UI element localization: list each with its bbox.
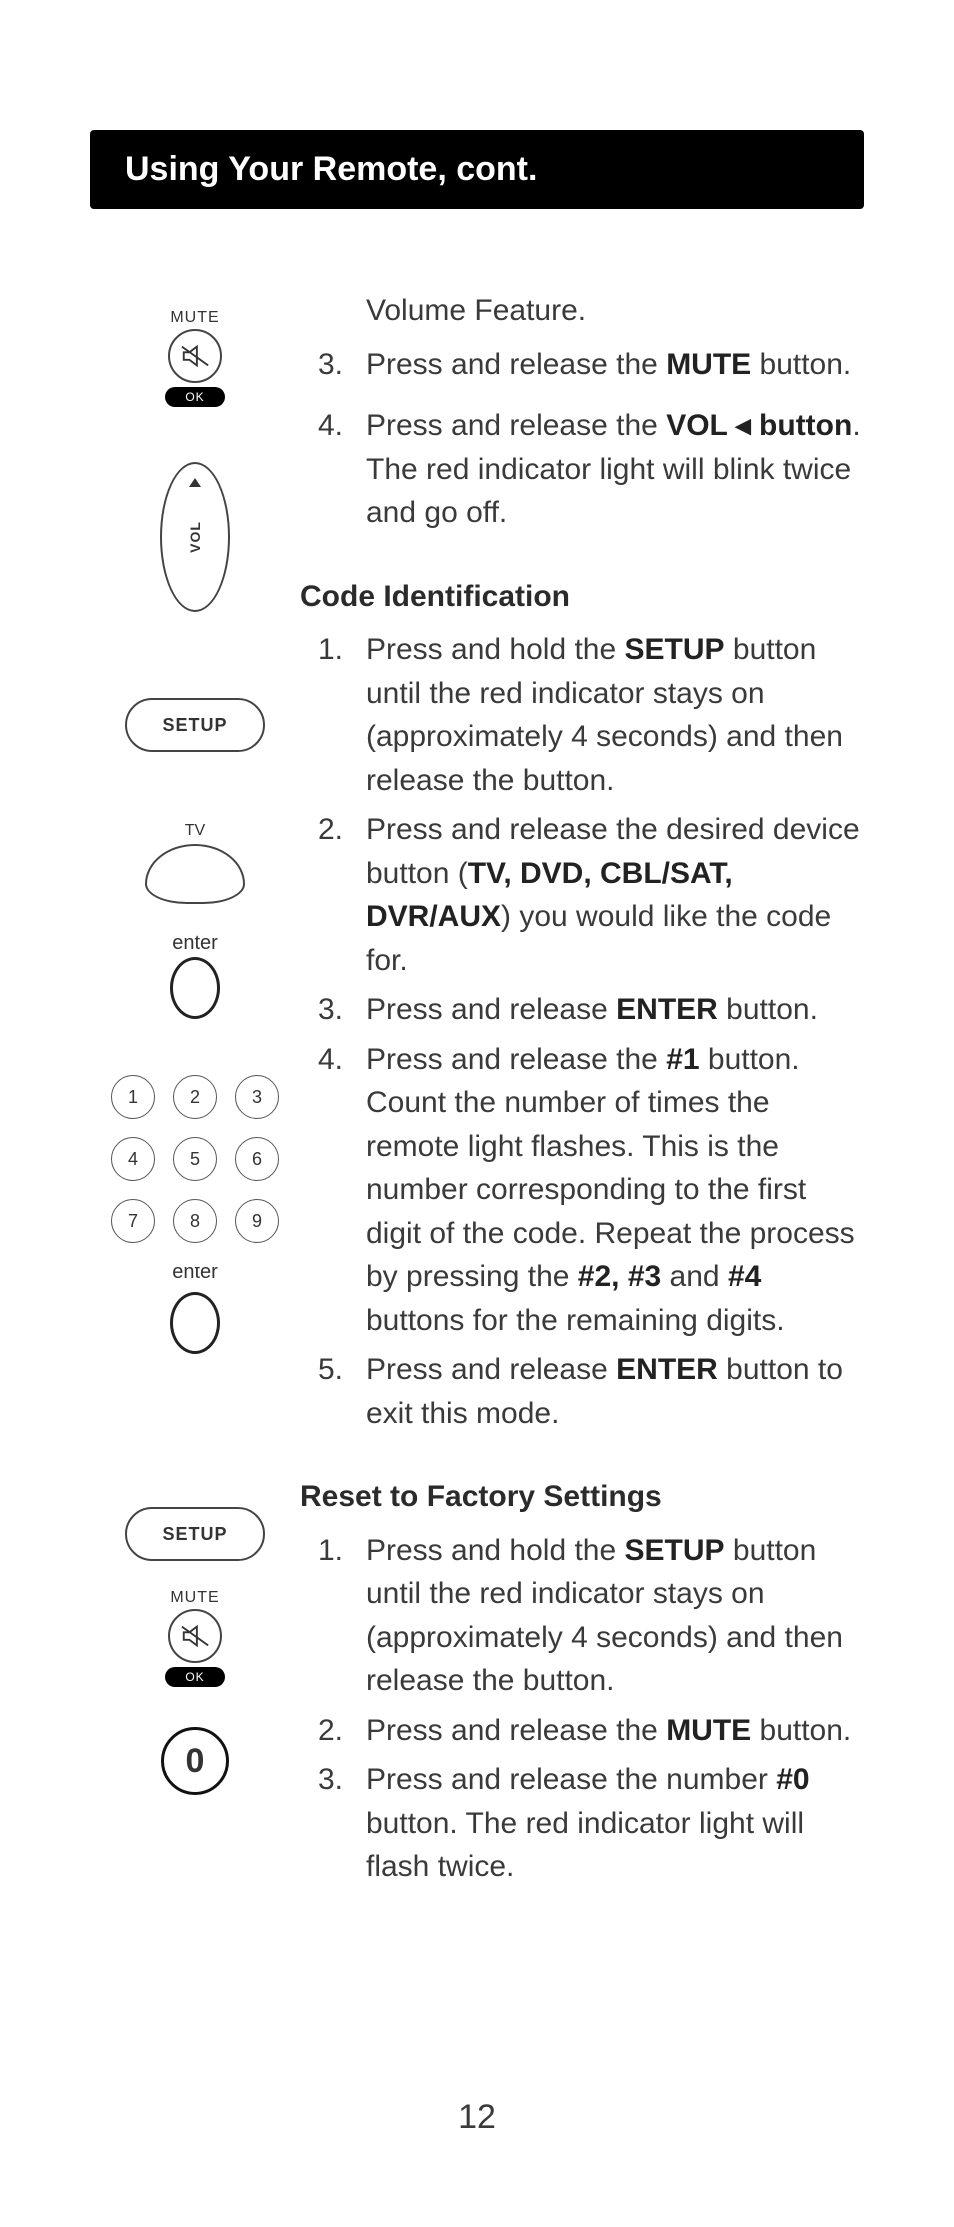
key-9: 9 — [235, 1199, 279, 1243]
step-text: Press and release the number #0 button. … — [366, 1758, 864, 1889]
step-text: Press and release the MUTE button. — [366, 1709, 864, 1753]
reset-steps: 1. Press and hold the SETUP button until… — [300, 1529, 864, 1889]
volume-feature-steps: 3. Press and release the MUTE button. 4.… — [300, 343, 864, 535]
volume-feature-lead: Volume Feature. — [300, 289, 864, 333]
step-number: 3. — [300, 343, 366, 387]
code-identification-heading: Code Identification — [300, 575, 864, 619]
ok-pill: OK — [165, 387, 225, 407]
step-text: Press and release the desired device but… — [366, 808, 864, 982]
key-2: 2 — [173, 1075, 217, 1119]
step-number: 4. — [300, 404, 366, 535]
vol-rocker-diagram: VOL — [160, 462, 230, 612]
step-text: Press and release the #1 button. Count t… — [366, 1038, 864, 1343]
step-number: 2. — [300, 1709, 366, 1753]
step-text: Press and release the VOL ◂ button. The … — [366, 404, 864, 535]
setup-button-diagram: SETUP — [125, 698, 265, 752]
list-item: 3. Press and release the number #0 butto… — [300, 1758, 864, 1889]
step-text: Press and release ENTER button to exit t… — [366, 1348, 864, 1435]
step-number: 3. — [300, 1758, 366, 1889]
list-item: 2. Press and release the desired device … — [300, 808, 864, 982]
key-6: 6 — [235, 1137, 279, 1181]
mute-label-2: MUTE — [165, 1589, 225, 1607]
remote-diagram-column: MUTE OK VOL SETUP TV enter 1 — [90, 289, 300, 1795]
ok-pill-2: OK — [165, 1667, 225, 1687]
setup-button-diagram-2: SETUP — [125, 1507, 265, 1561]
step-text: Press and release ENTER button. — [366, 988, 864, 1032]
mute-label: MUTE — [165, 309, 225, 327]
key-5: 5 — [173, 1137, 217, 1181]
enter-button-diagram: enter — [170, 932, 220, 1019]
list-item: 3. Press and release the MUTE button. — [300, 343, 864, 387]
list-item: 4. Press and release the VOL ◂ button. T… — [300, 404, 864, 535]
vol-left-icon — [189, 478, 201, 487]
list-item: 1. Press and hold the SETUP button until… — [300, 1529, 864, 1703]
step-text: Press and release the MUTE button. — [366, 343, 864, 387]
reset-heading: Reset to Factory Settings — [300, 1475, 864, 1519]
step-number: 1. — [300, 1529, 366, 1703]
mute-diagram: MUTE OK — [165, 309, 225, 407]
page-title: Using Your Remote, cont. — [90, 130, 864, 209]
list-item: 4. Press and release the #1 button. Coun… — [300, 1038, 864, 1343]
tv-button-diagram: TV — [145, 822, 245, 904]
step-text: Press and hold the SETUP button until th… — [366, 1529, 864, 1703]
step-text: Press and hold the SETUP button until th… — [366, 628, 864, 802]
vol-label: VOL — [187, 521, 203, 553]
enter-oval-icon — [170, 957, 220, 1019]
key-4: 4 — [111, 1137, 155, 1181]
step-number: 3. — [300, 988, 366, 1032]
tv-shape-icon — [145, 844, 245, 904]
mute-icon — [168, 329, 222, 383]
key-3: 3 — [235, 1075, 279, 1119]
number-keypad-diagram: 1 2 3 4 5 6 7 8 9 — [111, 1075, 279, 1243]
step-number: 1. — [300, 628, 366, 802]
tv-label: TV — [145, 822, 245, 840]
list-item: 5. Press and release ENTER button to exi… — [300, 1348, 864, 1435]
step-number: 2. — [300, 808, 366, 982]
key-8: 8 — [173, 1199, 217, 1243]
zero-button-diagram: 0 — [161, 1727, 229, 1795]
key-1: 1 — [111, 1075, 155, 1119]
step-number: 5. — [300, 1348, 366, 1435]
instruction-text: Volume Feature. 3. Press and release the… — [300, 289, 864, 1929]
page-number: 12 — [0, 2098, 954, 2137]
list-item: 3. Press and release ENTER button. — [300, 988, 864, 1032]
mute-diagram-2: MUTE OK — [165, 1589, 225, 1687]
list-item: 1. Press and hold the SETUP button until… — [300, 628, 864, 802]
enter-label-2: enter — [170, 1267, 220, 1284]
list-item: 2. Press and release the MUTE button. — [300, 1709, 864, 1753]
key-7: 7 — [111, 1199, 155, 1243]
enter-label: enter — [170, 932, 220, 955]
code-identification-steps: 1. Press and hold the SETUP button until… — [300, 628, 864, 1435]
mute-icon-2 — [168, 1609, 222, 1663]
enter-button-diagram-2: enter — [170, 1267, 220, 1357]
step-number: 4. — [300, 1038, 366, 1343]
enter-oval-icon-2 — [170, 1292, 220, 1354]
